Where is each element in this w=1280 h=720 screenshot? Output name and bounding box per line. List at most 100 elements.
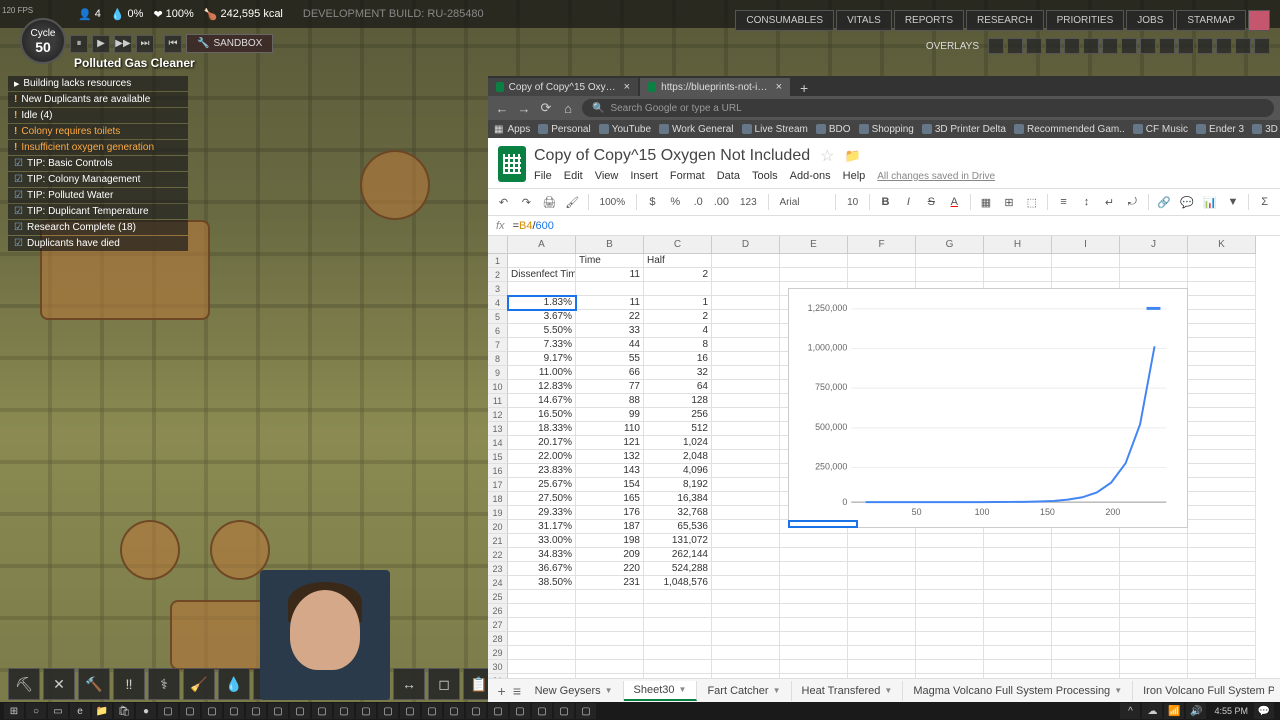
cell[interactable] (780, 632, 848, 646)
cell[interactable] (1188, 506, 1256, 520)
cell[interactable] (712, 590, 780, 604)
cell[interactable]: 231 (576, 576, 644, 590)
cell[interactable] (1188, 632, 1256, 646)
cell[interactable] (508, 590, 576, 604)
cell[interactable] (916, 548, 984, 562)
sheet-tab[interactable]: Fart Catcher ▼ (697, 681, 791, 701)
game-menu-consumables[interactable]: CONSUMABLES (735, 10, 834, 31)
row-header[interactable]: 26 (488, 604, 508, 618)
cell[interactable] (916, 268, 984, 282)
reload-button[interactable]: ⟳ (538, 100, 554, 116)
search-icon[interactable]: ○ (26, 703, 46, 719)
cell[interactable] (576, 282, 644, 296)
cell[interactable]: 11.00% (508, 366, 576, 380)
cell[interactable] (712, 352, 780, 366)
cell[interactable] (780, 268, 848, 282)
volume-icon[interactable]: 🔊 (1186, 703, 1206, 719)
bookmark[interactable]: Recommended Gam.. (1014, 124, 1125, 135)
cell[interactable] (780, 674, 848, 678)
cell[interactable] (576, 674, 644, 678)
cell[interactable] (1052, 254, 1120, 268)
bookmark[interactable]: Work General (659, 124, 734, 135)
cell[interactable] (508, 618, 576, 632)
app-icon[interactable]: ▢ (158, 703, 178, 719)
row-header[interactable]: 18 (488, 492, 508, 506)
cell[interactable] (1120, 268, 1188, 282)
cell[interactable] (848, 562, 916, 576)
bookmark[interactable]: Ender 3 (1196, 124, 1244, 135)
app-icon[interactable]: ▢ (466, 703, 486, 719)
app-icon[interactable]: ▢ (224, 703, 244, 719)
store-icon[interactable]: 🛍 (114, 703, 134, 719)
menu-file[interactable]: File (534, 170, 552, 182)
row-header[interactable]: 11 (488, 394, 508, 408)
cell[interactable] (1188, 394, 1256, 408)
cell[interactable] (1188, 408, 1256, 422)
row-header[interactable]: 7 (488, 338, 508, 352)
cell[interactable]: 16 (644, 352, 712, 366)
menu-data[interactable]: Data (717, 170, 740, 182)
cell[interactable]: 110 (576, 422, 644, 436)
col-header[interactable]: K (1188, 236, 1256, 254)
app-icon[interactable]: ▢ (334, 703, 354, 719)
cell[interactable] (780, 590, 848, 604)
windows-taskbar[interactable]: ⊞ ○ ▭ e 📁 🛍 ● ▢ ▢ ▢ ▢ ▢ ▢ ▢ ▢ ▢ ▢ ▢ ▢ ▢ … (0, 702, 1280, 720)
overlay-materials-icon[interactable] (1045, 38, 1061, 54)
col-header[interactable]: B (576, 236, 644, 254)
app-icon[interactable]: ▢ (312, 703, 332, 719)
cell[interactable] (1188, 338, 1256, 352)
fill-button[interactable]: ▦ (979, 193, 994, 211)
fast-button[interactable]: ▶▶ (114, 35, 132, 53)
game-menu-reports[interactable]: REPORTS (894, 10, 964, 31)
cell[interactable] (916, 254, 984, 268)
cell[interactable] (1188, 660, 1256, 674)
app-icon[interactable]: ▢ (576, 703, 596, 719)
app-icon[interactable]: ▢ (290, 703, 310, 719)
bookmark[interactable]: 3D Printer Delta (922, 124, 1006, 135)
cell[interactable] (644, 674, 712, 678)
cell[interactable] (712, 282, 780, 296)
app-icon[interactable]: ▢ (532, 703, 552, 719)
cell[interactable]: 198 (576, 534, 644, 548)
pause-button[interactable]: ⏸ (70, 35, 88, 53)
overlay-room-icon[interactable] (1178, 38, 1194, 54)
row-header[interactable]: 31 (488, 674, 508, 678)
cell[interactable]: 34.83% (508, 548, 576, 562)
undo-button[interactable]: ↶ (496, 193, 511, 211)
zoom-select[interactable]: 100% (597, 196, 629, 209)
notification[interactable]: Research Complete (18) (8, 220, 188, 235)
cell[interactable] (712, 338, 780, 352)
cell[interactable] (576, 646, 644, 660)
cell[interactable] (644, 282, 712, 296)
cell[interactable]: 132 (576, 450, 644, 464)
cell[interactable] (1188, 310, 1256, 324)
cell[interactable] (644, 632, 712, 646)
borders-button[interactable]: ⊞ (1001, 193, 1016, 211)
cell[interactable] (848, 268, 916, 282)
cell[interactable] (1188, 422, 1256, 436)
game-machine[interactable] (360, 150, 430, 220)
cell[interactable] (1188, 478, 1256, 492)
cell[interactable] (712, 646, 780, 660)
cell[interactable] (1188, 520, 1256, 534)
comment-button[interactable]: 💬 (1180, 193, 1195, 211)
col-header[interactable]: J (1120, 236, 1188, 254)
cell[interactable] (712, 380, 780, 394)
game-machine[interactable] (120, 520, 180, 580)
cell[interactable] (1188, 562, 1256, 576)
cell[interactable] (712, 618, 780, 632)
cell[interactable] (1188, 590, 1256, 604)
sheet-tab[interactable]: Sheet30 ▼ (624, 681, 698, 701)
notification[interactable]: TIP: Basic Controls (8, 156, 188, 171)
cell[interactable] (848, 548, 916, 562)
cell[interactable]: 524,288 (644, 562, 712, 576)
row-header[interactable]: 13 (488, 422, 508, 436)
row-header[interactable]: 27 (488, 618, 508, 632)
cell[interactable] (712, 394, 780, 408)
row-header[interactable]: 25 (488, 590, 508, 604)
app-icon[interactable]: ▢ (444, 703, 464, 719)
numfmt-select[interactable]: 123 (737, 196, 760, 209)
chart-button[interactable]: 📊 (1203, 193, 1218, 211)
cell[interactable] (576, 632, 644, 646)
game-menu-starmap[interactable]: STARMAP (1176, 10, 1246, 31)
